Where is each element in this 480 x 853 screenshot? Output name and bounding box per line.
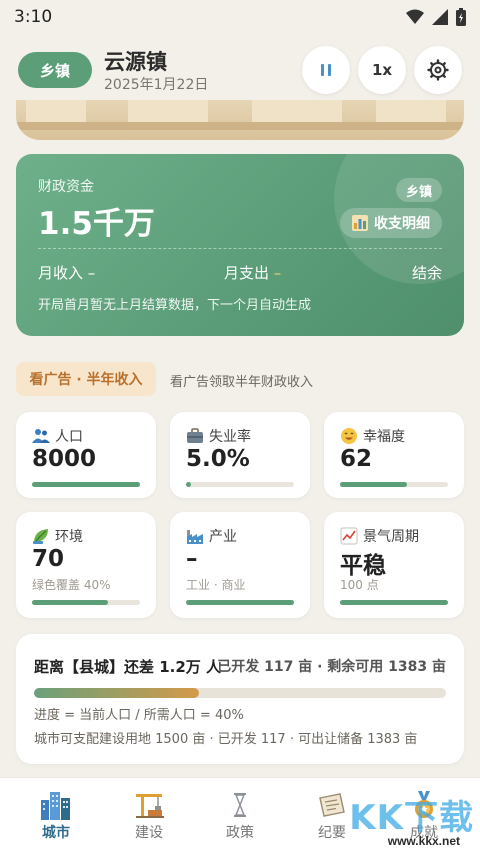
stat-value: 8000 xyxy=(32,446,97,472)
upgrade-distance-title: 距离【县城】还差 1.2万 人 xyxy=(34,658,222,676)
smiley-icon xyxy=(341,428,357,444)
finance-note: 开局首月暂无上月结算数据，下一个月自动生成 xyxy=(38,298,312,313)
people-icon xyxy=(32,429,50,443)
briefcase-icon xyxy=(187,428,203,443)
upgrade-progress-bar xyxy=(34,688,446,698)
finance-amount: 1.5千万 xyxy=(38,206,155,242)
stat-subtext: 100 点 xyxy=(340,578,379,592)
city-buildings-icon xyxy=(39,788,73,820)
finance-label: 财政资金 xyxy=(38,179,94,195)
stat-progress-bar xyxy=(186,600,294,605)
gear-icon xyxy=(427,59,449,81)
stat-progress-bar xyxy=(340,600,448,605)
stat-label: 景气周期 xyxy=(363,529,419,545)
finance-divider xyxy=(38,248,442,249)
stat-label: 产业 xyxy=(209,529,237,545)
stat-card-environment[interactable]: 环境 70 绿色覆盖 40% xyxy=(16,512,156,618)
tab-city[interactable]: 城市 xyxy=(16,788,96,846)
finance-card: 财政资金 1.5千万 乡镇 收支明细 月收入 – 月支出 – 结余 开局首月暂无… xyxy=(16,154,464,336)
battery-icon xyxy=(456,8,466,26)
stat-progress-bar xyxy=(340,482,448,487)
watermark-logo: KK下载 xyxy=(349,798,474,838)
city-upgrade-card[interactable]: 距离【县城】还差 1.2万 人 已开发 117 亩 · 剩余可用 1383 亩 … xyxy=(16,634,464,764)
stat-card-business-cycle[interactable]: 景气周期 平稳 100 点 xyxy=(324,512,464,618)
monthly-expense-label: 月支出 xyxy=(224,264,270,282)
watch-ad-button[interactable]: 看广告 · 半年收入 xyxy=(16,362,156,396)
stat-card-industry[interactable]: 产业 – 工业 · 商业 xyxy=(170,512,310,618)
town-name: 云源镇 xyxy=(104,50,167,74)
stat-subtext: 绿色覆盖 40% xyxy=(32,578,111,592)
leaf-icon xyxy=(33,529,48,544)
status-time: 3:10 xyxy=(14,7,53,27)
bar-chart-icon xyxy=(352,215,368,231)
monthly-income: 月收入 – xyxy=(38,264,96,282)
stat-label: 人口 xyxy=(55,429,83,445)
trend-chart-icon xyxy=(340,527,358,545)
detail-button-label: 收支明细 xyxy=(374,216,430,232)
tab-build[interactable]: 建设 xyxy=(109,788,189,846)
stat-value: – xyxy=(186,546,198,572)
stat-value: 平稳 xyxy=(340,553,386,579)
balance-label: 结余 xyxy=(411,264,442,282)
monthly-expense: 月支出 – xyxy=(224,262,281,283)
signal-icon xyxy=(432,9,448,25)
stat-label: 环境 xyxy=(55,529,83,545)
tab-label: 城市 xyxy=(42,825,70,841)
pause-icon xyxy=(321,64,331,76)
factory-icon xyxy=(187,530,203,544)
game-date: 2025年1月22日 xyxy=(104,77,209,93)
stat-subtext: 工业 · 商业 xyxy=(186,578,246,592)
monthly-expense-value: – xyxy=(273,264,282,282)
status-icons xyxy=(406,8,466,26)
speed-button[interactable]: 1x xyxy=(358,46,406,94)
level-pill[interactable]: 乡镇 xyxy=(18,52,92,88)
ad-description: 看广告领取半年财政收入 xyxy=(170,375,314,390)
stat-progress-bar xyxy=(32,482,140,487)
stat-card-happiness[interactable]: 幸福度 62 xyxy=(324,412,464,498)
wifi-icon xyxy=(406,9,424,24)
stat-label: 幸福度 xyxy=(363,429,405,445)
progress-formula: 进度 = 当前人口 / 所需人口 = 40% xyxy=(34,708,244,723)
finance-level-tag: 乡镇 xyxy=(395,178,442,202)
crane-icon xyxy=(132,788,166,820)
watermark-url: www.kkx.net xyxy=(387,834,460,848)
tab-policy[interactable]: 政策 xyxy=(200,788,280,846)
stat-progress-bar xyxy=(186,482,294,487)
stat-label: 失业率 xyxy=(209,429,251,445)
tab-label: 纪要 xyxy=(318,825,346,841)
stat-card-population[interactable]: 人口 8000 xyxy=(16,412,156,498)
land-usage-text: 城市可支配建设用地 1500 亩 · 已开发 117 · 可出让储备 1383 … xyxy=(34,732,418,747)
income-expense-detail-button[interactable]: 收支明细 xyxy=(340,208,442,238)
hourglass-icon xyxy=(223,788,257,820)
settings-button[interactable] xyxy=(414,46,462,94)
city-map-strip[interactable] xyxy=(16,100,464,140)
tab-label: 政策 xyxy=(226,825,254,841)
stat-progress-bar xyxy=(32,600,140,605)
stat-value: 70 xyxy=(32,546,65,572)
scroll-icon xyxy=(315,788,349,820)
stat-value: 62 xyxy=(340,446,373,472)
pause-button[interactable] xyxy=(302,46,350,94)
tab-label: 建设 xyxy=(135,825,163,841)
stat-card-unemployment[interactable]: 失业率 5.0% xyxy=(170,412,310,498)
status-bar: 3:10 xyxy=(0,0,480,34)
stat-value: 5.0% xyxy=(186,446,250,472)
top-header: 乡镇 云源镇 2025年1月22日 1x xyxy=(0,40,480,100)
land-developed-summary: 已开发 117 亩 · 剩余可用 1383 亩 xyxy=(217,659,446,675)
